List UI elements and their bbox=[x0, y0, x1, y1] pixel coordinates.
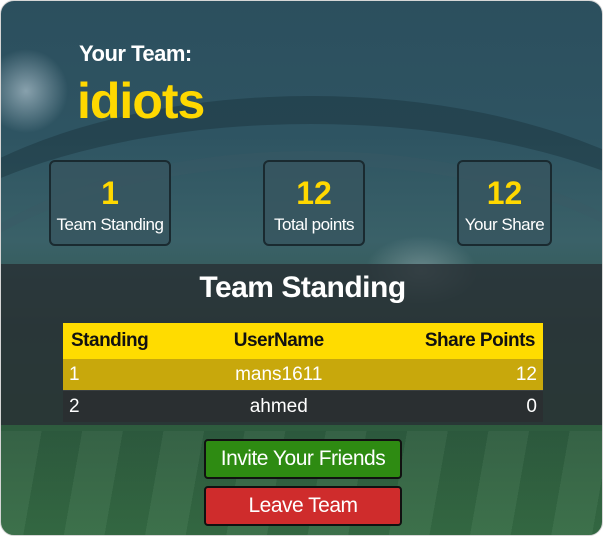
stat-your-share: 12 Your Share bbox=[457, 160, 552, 246]
stat-value: 12 bbox=[296, 175, 332, 211]
standing-title: Team Standing bbox=[199, 271, 406, 304]
stat-value: 12 bbox=[486, 175, 523, 211]
team-name: idiots bbox=[77, 73, 205, 129]
cell-username: mans1611 bbox=[200, 359, 357, 391]
cell-standing: 1 bbox=[63, 359, 201, 391]
header-username: UserName bbox=[200, 323, 357, 359]
team-label: Your Team: bbox=[79, 41, 192, 66]
table-row: 2 ahmed 0 bbox=[63, 390, 543, 422]
standings-table: Standing UserName Share Points 1 mans161… bbox=[63, 323, 543, 422]
stat-label: Total points bbox=[274, 215, 355, 234]
cell-username: ahmed bbox=[200, 390, 357, 422]
cell-share-points: 12 bbox=[356, 359, 543, 391]
leave-team-button[interactable]: Leave Team bbox=[204, 486, 402, 526]
stat-value: 1 bbox=[101, 175, 119, 211]
team-card: Your Team: idiots 1 Team Standing 12 Tot… bbox=[0, 0, 603, 536]
stat-total-points: 12 Total points bbox=[263, 160, 365, 246]
stat-label: Your Share bbox=[464, 215, 545, 234]
stat-team-standing: 1 Team Standing bbox=[49, 160, 171, 246]
header-standing: Standing bbox=[63, 323, 201, 359]
invite-friends-button[interactable]: Invite Your Friends bbox=[204, 439, 402, 479]
cell-share-points: 0 bbox=[356, 390, 543, 422]
stat-label: Team Standing bbox=[56, 215, 164, 234]
header-share-points: Share Points bbox=[356, 323, 543, 359]
cell-standing: 2 bbox=[63, 390, 201, 422]
table-row: 1 mans1611 12 bbox=[63, 359, 543, 391]
table-header-row: Standing UserName Share Points bbox=[63, 323, 543, 359]
